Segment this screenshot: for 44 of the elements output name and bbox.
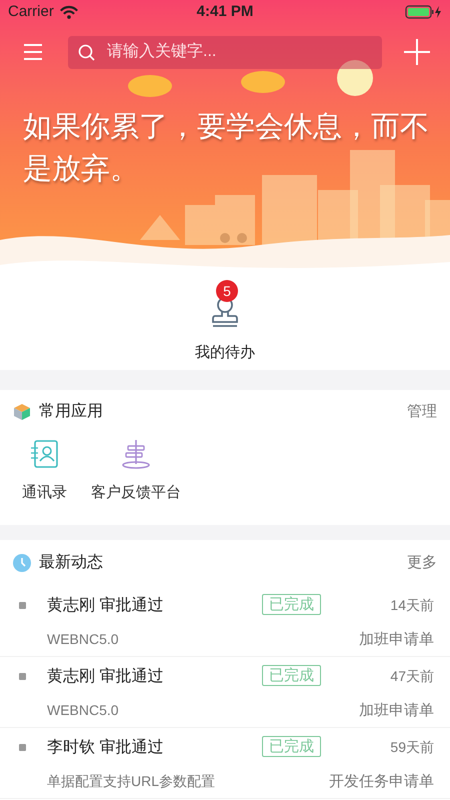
activity-time: 14天前	[390, 596, 434, 615]
add-icon[interactable]	[404, 39, 430, 65]
form-type: 开发任务申请单	[329, 772, 434, 792]
bullet-icon	[19, 673, 26, 680]
app-label: 客户反馈平台	[91, 483, 181, 503]
bullet-icon	[19, 602, 26, 609]
status-tag: 已完成	[262, 736, 321, 757]
menu-icon[interactable]	[23, 43, 43, 61]
section-title: 最新动态	[39, 552, 103, 573]
more-link[interactable]: 更多	[407, 552, 437, 574]
activity-time: 47天前	[390, 667, 434, 686]
activity-item[interactable]: 李时钦 审批通过 已完成 59天前 单据配置支持URL参数配置 开发任务申请单	[0, 728, 450, 799]
activity-title: 李时钦 审批通过	[47, 738, 164, 758]
cube-icon	[13, 403, 31, 421]
manage-link[interactable]: 管理	[407, 400, 437, 424]
app-shortcut[interactable]: 客户反馈平台	[91, 440, 181, 504]
app-label: 通讯录	[22, 483, 67, 503]
search-icon	[78, 44, 95, 60]
activity-project: 单据配置支持URL参数配置	[47, 772, 216, 791]
bullet-icon	[19, 744, 26, 751]
signpost-icon	[121, 440, 151, 470]
activity-project: WEBNC5.0	[47, 700, 120, 720]
form-type: 加班申请单	[359, 630, 434, 650]
status-tag: 已完成	[262, 665, 321, 686]
carrier-name: Carrier	[8, 2, 54, 22]
form-type: 加班申请单	[359, 700, 434, 721]
activity-item[interactable]: 黄志刚 审批通过 已完成 14天前 WEBNC5.0 加班申请单	[0, 586, 450, 657]
contact-card-icon	[30, 440, 60, 470]
activity-item[interactable]: 黄志刚 审批通过 已完成 47天前 WEBNC5.0 加班申请单	[0, 657, 450, 728]
search-field[interactable]: 请输入关键字...	[107, 40, 372, 64]
activity-title: 黄志刚 审批通过	[47, 596, 164, 616]
clock-icon	[13, 554, 31, 572]
search-bar[interactable]: 请输入关键字...	[68, 36, 382, 68]
status-time: 4:41 PM	[196, 2, 254, 22]
app-shortcut[interactable]: 通讯录	[22, 440, 67, 504]
activity-title: 黄志刚 审批通过	[47, 666, 164, 687]
status-tag: 已完成	[262, 594, 321, 615]
todo-label[interactable]: 我的待办	[195, 342, 255, 364]
section-title: 常用应用	[39, 402, 103, 422]
banner-quote: 如果你累了，要学会休息，而不是放弃。	[23, 110, 430, 187]
activity-project: WEBNC5.0	[47, 630, 120, 649]
activity-time: 59天前	[390, 738, 434, 757]
battery-icon	[405, 5, 442, 19]
wifi-icon	[58, 4, 79, 20]
